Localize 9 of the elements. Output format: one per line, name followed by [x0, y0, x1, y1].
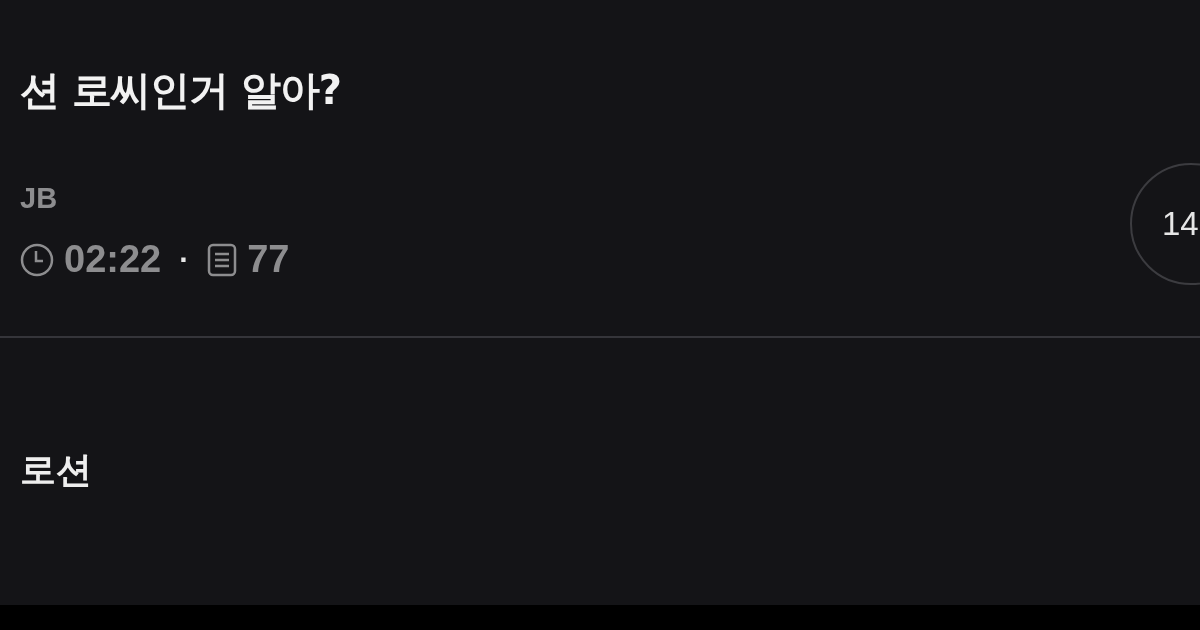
post-title: 션 로씨인거 알아?	[20, 66, 342, 115]
clock-icon	[20, 242, 54, 277]
list-icon	[207, 242, 238, 277]
count-badge[interactable]: 14	[1130, 163, 1200, 285]
comment-count: 77	[247, 238, 290, 281]
post-body: 로션	[19, 448, 93, 492]
post-time: 02:22	[64, 238, 162, 281]
author-name: JB	[20, 181, 59, 216]
separator: ·	[179, 242, 190, 277]
